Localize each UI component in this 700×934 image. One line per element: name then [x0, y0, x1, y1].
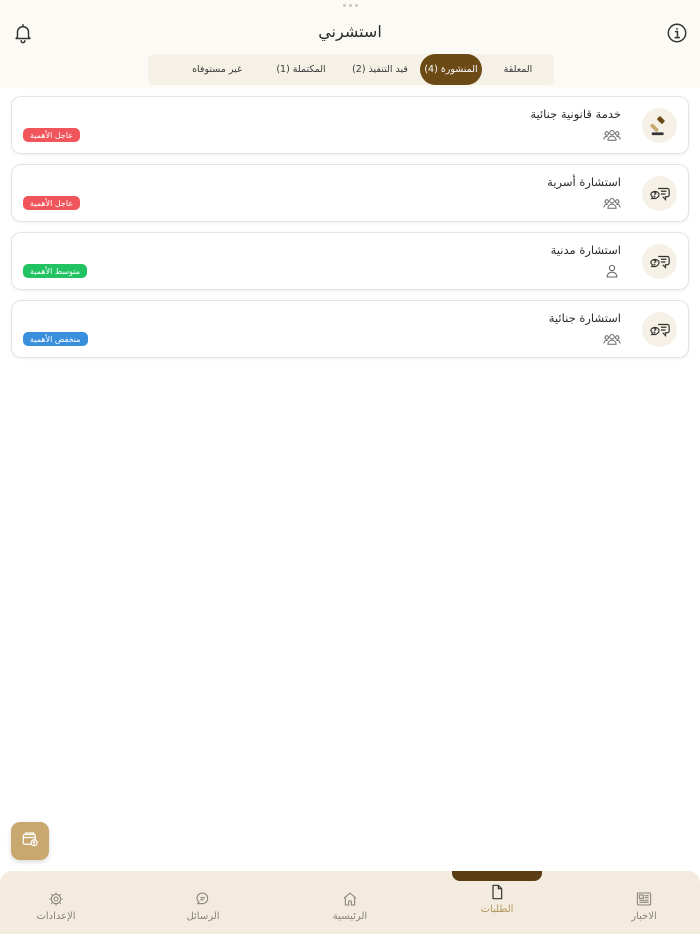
home-icon	[342, 891, 358, 907]
person-icon	[603, 263, 621, 278]
request-list: خدمة قانونية جنائية عاجل الأهمية استشارة…	[11, 96, 689, 368]
request-card[interactable]: استشارة مدنية متوسط الأهمية	[11, 232, 689, 290]
group-icon	[603, 195, 621, 209]
request-card[interactable]: استشارة أسرية عاجل الأهمية	[11, 164, 689, 222]
request-card[interactable]: استشارة جنائية منخفض الأهمية	[11, 300, 689, 358]
tab-incomplete[interactable]: غير مستوفاه	[172, 54, 262, 85]
nav-item-news[interactable]: الاخبار	[599, 871, 689, 934]
priority-badge: عاجل الأهمية	[23, 196, 81, 210]
group-icon	[603, 331, 621, 345]
priority-badge: متوسط الأهمية	[23, 264, 88, 278]
nav-label: الطلبات	[480, 904, 514, 915]
nav-item-requests[interactable]: الطلبات	[452, 871, 542, 934]
status-dots	[342, 4, 358, 7]
bottom-nav: الاخبار الطلبات الرئيسية الرسائل الإعداد…	[0, 871, 700, 934]
tab-in-progress[interactable]: قيد التنفيذ (2)	[340, 54, 420, 85]
nav-item-messages[interactable]: الرسائل	[158, 871, 248, 934]
news-icon	[636, 891, 652, 907]
nav-item-home[interactable]: الرئيسية	[305, 871, 395, 934]
info-icon[interactable]	[666, 22, 688, 44]
request-title: خدمة قانونية جنائية	[530, 107, 621, 121]
request-title: استشارة أسرية	[547, 175, 621, 189]
wallet-icon	[21, 830, 39, 852]
page-title: استشرني	[318, 22, 382, 41]
gavel-icon	[642, 108, 677, 143]
nav-label: الإعدادات	[36, 911, 76, 922]
tab-pending[interactable]: المعلقة	[482, 54, 554, 85]
messages-icon	[195, 891, 211, 907]
chat-question-icon	[642, 176, 677, 211]
priority-badge: منخفض الأهمية	[23, 332, 88, 346]
gear-icon	[48, 891, 64, 907]
nav-label: الرسائل	[186, 911, 220, 922]
request-card[interactable]: خدمة قانونية جنائية عاجل الأهمية	[11, 96, 689, 154]
request-title: استشارة جنائية	[548, 311, 621, 325]
document-icon	[489, 884, 505, 900]
nav-item-settings[interactable]: الإعدادات	[11, 871, 101, 934]
request-title: استشارة مدنية	[550, 243, 621, 257]
tab-published[interactable]: المنشورة (4)	[420, 54, 482, 85]
nav-label: الاخبار	[631, 911, 657, 922]
status-tabs: المعلقة المنشورة (4) قيد التنفيذ (2) الم…	[148, 54, 554, 85]
nav-label: الرئيسية	[332, 911, 368, 922]
wallet-button[interactable]	[11, 822, 49, 860]
chat-question-icon	[642, 244, 677, 279]
priority-badge: عاجل الأهمية	[23, 128, 81, 142]
tab-completed[interactable]: المكتملة (1)	[262, 54, 340, 85]
group-icon	[603, 127, 621, 141]
app-header: استشرني المعلقة المنشورة (4) قيد التنفيذ…	[0, 0, 700, 88]
chat-question-icon	[642, 312, 677, 347]
